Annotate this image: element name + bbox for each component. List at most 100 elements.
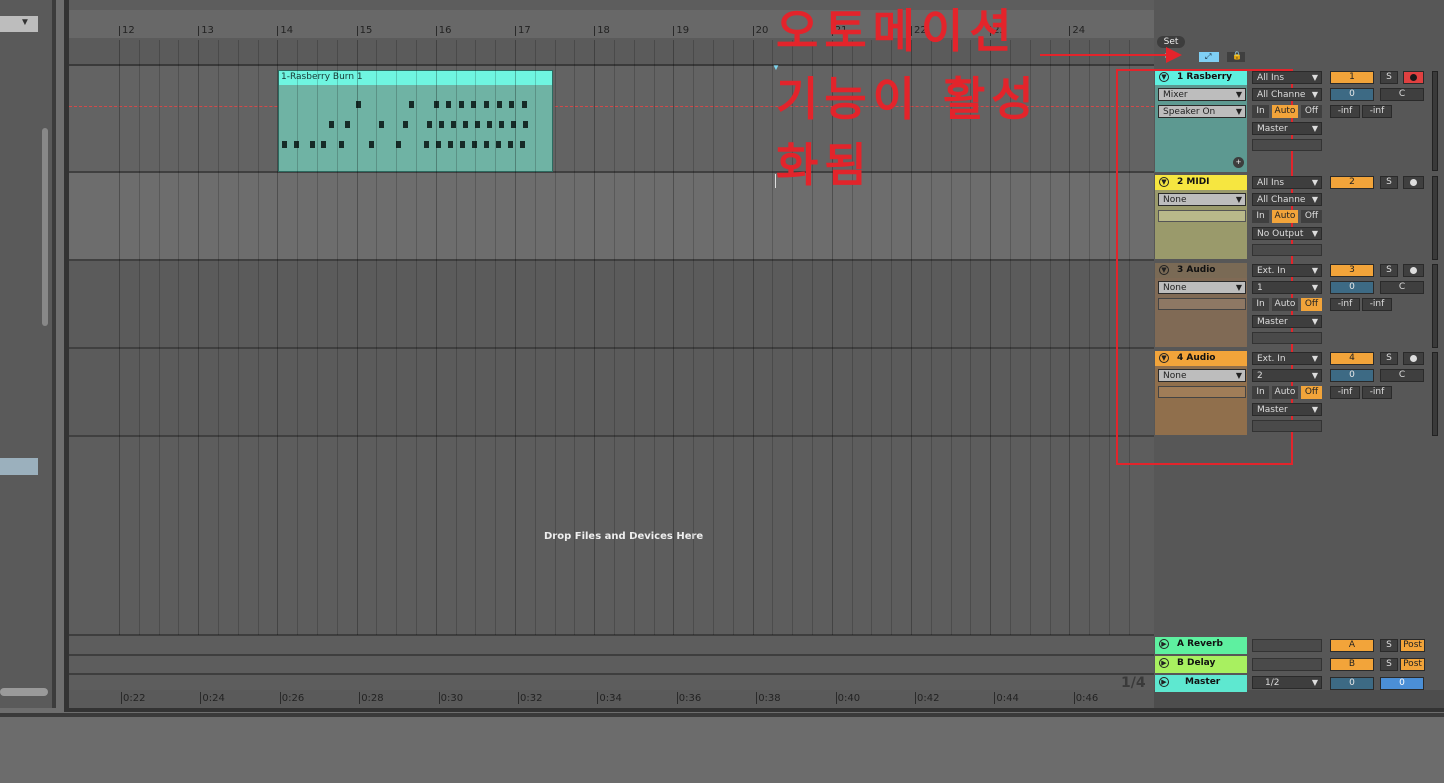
- arm-button[interactable]: [1403, 352, 1424, 365]
- output-channel-slot[interactable]: [1252, 332, 1322, 344]
- midi-note[interactable]: [369, 141, 374, 148]
- monitor-in-button[interactable]: In: [1252, 386, 1269, 399]
- midi-note[interactable]: [329, 121, 334, 128]
- midi-note[interactable]: [310, 141, 315, 148]
- peak-left[interactable]: -inf: [1330, 105, 1360, 118]
- input-channel-chooser[interactable]: All Channe ▼: [1252, 88, 1322, 101]
- midi-note[interactable]: [509, 101, 514, 108]
- midi-note[interactable]: [459, 101, 464, 108]
- track-lane-3[interactable]: [69, 261, 1154, 349]
- volume-field[interactable]: 0: [1330, 369, 1374, 382]
- return-header-a[interactable]: ▶ A Reverb: [1155, 637, 1247, 654]
- midi-note[interactable]: [446, 101, 451, 108]
- return-a-post[interactable]: Post: [1400, 639, 1425, 652]
- input-type-chooser[interactable]: All Ins ▼: [1252, 176, 1322, 189]
- return-a-solo[interactable]: S: [1380, 639, 1398, 652]
- midi-note[interactable]: [484, 101, 489, 108]
- master-header[interactable]: ▶ Master: [1155, 675, 1247, 692]
- arm-button[interactable]: [1403, 71, 1424, 84]
- midi-note[interactable]: [448, 141, 453, 148]
- monitor-auto-button[interactable]: Auto: [1272, 386, 1298, 399]
- input-channel-chooser[interactable]: 2 ▼: [1252, 369, 1322, 382]
- pan-field[interactable]: C: [1380, 281, 1424, 294]
- midi-note[interactable]: [409, 101, 414, 108]
- midi-note[interactable]: [403, 121, 408, 128]
- peak-left[interactable]: -inf: [1330, 386, 1360, 399]
- midi-note[interactable]: [463, 121, 468, 128]
- monitor-in-button[interactable]: In: [1252, 210, 1269, 223]
- browser-scrollbar[interactable]: [42, 128, 48, 326]
- output-chooser[interactable]: No Output ▼: [1252, 227, 1322, 240]
- midi-note[interactable]: [345, 121, 350, 128]
- output-chooser[interactable]: Master ▼: [1252, 122, 1322, 135]
- track-activator[interactable]: 1: [1330, 71, 1374, 84]
- arm-button[interactable]: [1403, 176, 1424, 189]
- master-lane[interactable]: [69, 675, 1154, 690]
- track-activator[interactable]: 2: [1330, 176, 1374, 189]
- master-pan[interactable]: 0: [1380, 677, 1424, 690]
- monitor-off-button[interactable]: Off: [1301, 105, 1322, 118]
- detail-view[interactable]: [0, 717, 1444, 783]
- panel-divider[interactable]: [52, 0, 56, 708]
- input-type-chooser[interactable]: Ext. In ▼: [1252, 264, 1322, 277]
- midi-note[interactable]: [282, 141, 287, 148]
- play-icon[interactable]: ▶: [1159, 658, 1169, 668]
- return-b-io[interactable]: [1252, 658, 1322, 671]
- track-lane-2[interactable]: [69, 173, 1154, 261]
- input-type-chooser[interactable]: All Ins ▼: [1252, 71, 1322, 84]
- return-b-activator[interactable]: B: [1330, 658, 1374, 671]
- midi-note[interactable]: [321, 141, 326, 148]
- arm-button[interactable]: [1403, 264, 1424, 277]
- browser-hscrollbar[interactable]: [0, 688, 48, 696]
- monitor-off-button[interactable]: Off: [1301, 386, 1322, 399]
- solo-button[interactable]: S: [1380, 71, 1398, 84]
- monitor-off-button[interactable]: Off: [1301, 298, 1322, 311]
- midi-note[interactable]: [484, 141, 489, 148]
- play-icon[interactable]: ▶: [1159, 639, 1169, 649]
- midi-note[interactable]: [424, 141, 429, 148]
- midi-note[interactable]: [496, 141, 501, 148]
- return-lane-b[interactable]: [69, 656, 1154, 675]
- midi-note[interactable]: [508, 141, 513, 148]
- volume-field[interactable]: 0: [1330, 88, 1374, 101]
- monitor-auto-button[interactable]: Auto: [1272, 298, 1298, 311]
- pan-field[interactable]: C: [1380, 369, 1424, 382]
- midi-note[interactable]: [427, 121, 432, 128]
- monitor-off-button[interactable]: Off: [1301, 210, 1322, 223]
- track-activator[interactable]: 4: [1330, 352, 1374, 365]
- track-lane-4[interactable]: [69, 349, 1154, 437]
- input-channel-chooser[interactable]: All Channe ▼: [1252, 193, 1322, 206]
- return-a-io[interactable]: [1252, 639, 1322, 652]
- peak-right[interactable]: -inf: [1362, 386, 1392, 399]
- midi-note[interactable]: [523, 121, 528, 128]
- input-type-chooser[interactable]: Ext. In ▼: [1252, 352, 1322, 365]
- monitor-auto-button[interactable]: Auto: [1272, 105, 1298, 118]
- master-volume[interactable]: 0: [1330, 677, 1374, 690]
- monitor-in-button[interactable]: In: [1252, 298, 1269, 311]
- midi-note[interactable]: [379, 121, 384, 128]
- midi-note[interactable]: [497, 101, 502, 108]
- pan-field[interactable]: C: [1380, 88, 1424, 101]
- solo-button[interactable]: S: [1380, 264, 1398, 277]
- midi-note[interactable]: [339, 141, 344, 148]
- monitor-auto-button[interactable]: Auto: [1272, 210, 1298, 223]
- return-header-b[interactable]: ▶ B Delay: [1155, 656, 1247, 673]
- monitor-in-button[interactable]: In: [1252, 105, 1269, 118]
- solo-button[interactable]: S: [1380, 352, 1398, 365]
- midi-note[interactable]: [439, 121, 444, 128]
- return-b-solo[interactable]: S: [1380, 658, 1398, 671]
- output-channel-slot[interactable]: [1252, 420, 1322, 432]
- peak-right[interactable]: -inf: [1362, 298, 1392, 311]
- input-channel-chooser[interactable]: 1 ▼: [1252, 281, 1322, 294]
- track-activator[interactable]: 3: [1330, 264, 1374, 277]
- output-chooser[interactable]: Master ▼: [1252, 315, 1322, 328]
- output-chooser[interactable]: Master ▼: [1252, 403, 1322, 416]
- output-channel-slot[interactable]: [1252, 139, 1322, 151]
- peak-left[interactable]: -inf: [1330, 298, 1360, 311]
- return-lane-a[interactable]: [69, 637, 1154, 656]
- output-channel-slot[interactable]: [1252, 244, 1322, 256]
- midi-note[interactable]: [522, 101, 527, 108]
- solo-button[interactable]: S: [1380, 176, 1398, 189]
- return-b-post[interactable]: Post: [1400, 658, 1425, 671]
- midi-note[interactable]: [487, 121, 492, 128]
